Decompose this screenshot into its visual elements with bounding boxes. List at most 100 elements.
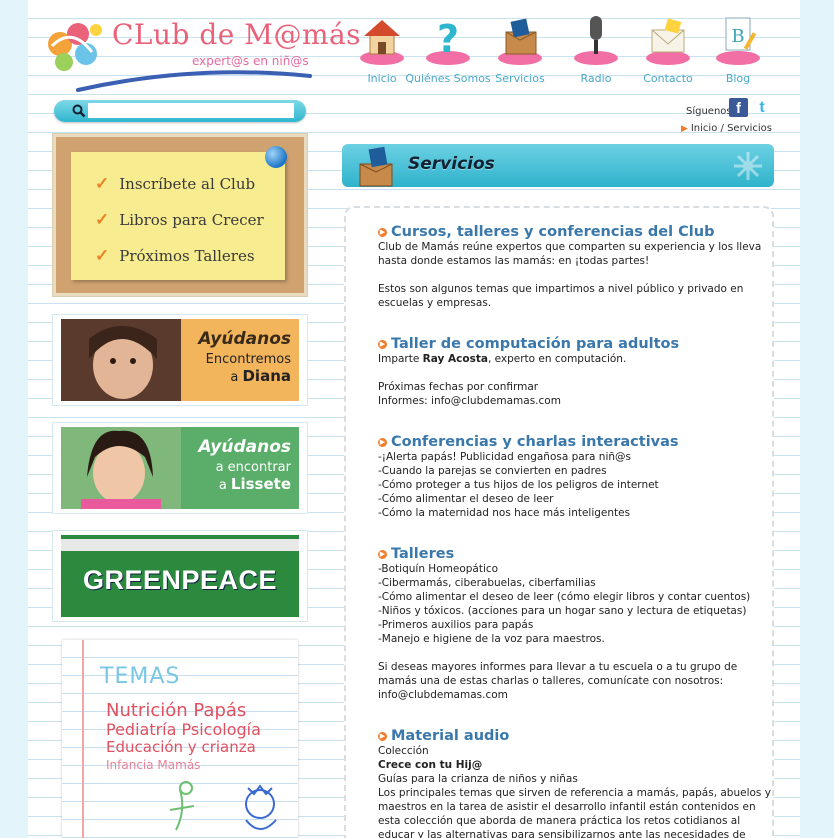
section-email-line[interactable]: Informes: info@clubdemamas.com xyxy=(378,394,758,408)
promo-title: Ayúdanos xyxy=(198,437,291,457)
section-line: escuelas y empresas. xyxy=(378,297,492,309)
question-mark-icon: ? xyxy=(426,17,470,65)
search-bar xyxy=(54,100,306,122)
section-line: educar y las alternativas para sensibili… xyxy=(378,829,746,838)
section-line: -Cómo alimentar el deseo de leer (cómo e… xyxy=(378,591,751,603)
section-title: ▶ Taller de computación para adultos xyxy=(378,336,758,352)
svg-text:B: B xyxy=(731,26,744,47)
services-title: Servicios xyxy=(408,154,495,174)
promo-name-line: a Diana xyxy=(181,367,291,385)
nav-item-radio[interactable]: Radio xyxy=(560,14,632,89)
intro-pre: Imparte xyxy=(378,353,423,365)
breadcrumb-current: Servicios xyxy=(727,123,772,134)
greenpeace-banner[interactable]: GREENPEACE xyxy=(52,530,308,622)
bullet-arrow-icon: ▶ xyxy=(378,228,387,237)
search-input[interactable] xyxy=(88,103,294,118)
section-line: esta colección que aborda de manera prác… xyxy=(378,815,741,827)
promo-name: Diana xyxy=(242,367,291,385)
twitter-icon[interactable]: t xyxy=(752,98,772,117)
facebook-icon[interactable]: f xyxy=(729,98,748,117)
cork-link-inscribete[interactable]: ✓ Inscríbete al Club xyxy=(95,174,255,194)
cork-link-label: Libros para Crecer xyxy=(119,211,264,229)
section-talleres: ▶ Talleres -Botiquín Homeopático -Ciberma… xyxy=(378,546,758,702)
section-line: -Primeros auxilios para papás xyxy=(378,619,534,631)
section-line: maestros en la tarea de asistir el desar… xyxy=(378,801,756,813)
cork-board: ✓ Inscríbete al Club ✓ Libros para Crecer … xyxy=(52,133,308,297)
notebook-margin-line xyxy=(82,640,84,838)
temas-notebook[interactable]: TEMAS Nutrición Papás Pediatría Psicolog… xyxy=(62,640,298,838)
bullet-arrow-icon: ▶ xyxy=(378,550,387,559)
flower-ornament-icon xyxy=(734,152,762,180)
cork-link-talleres[interactable]: ✓ Próximos Talleres xyxy=(95,246,255,266)
section-line: -Cómo proteger a tus hijos de los peligr… xyxy=(378,479,659,491)
breadcrumb: ▶ Inicio / Servicios xyxy=(578,123,772,137)
check-icon: ✓ xyxy=(95,210,110,230)
bullet-arrow-icon: ▶ xyxy=(378,438,387,447)
ship-banner-strip xyxy=(61,539,299,551)
section-line: Si deseas mayores informes para llevar a… xyxy=(378,661,738,673)
promo-line: Encontremos xyxy=(205,352,291,367)
section-conferencias: ▶ Conferencias y charlas interactivas -¡A… xyxy=(378,434,758,520)
check-icon: ✓ xyxy=(95,174,110,194)
services-header: Servicios xyxy=(342,144,774,187)
section-title-text: Taller de computación para adultos xyxy=(391,336,680,352)
child-photo xyxy=(61,319,181,401)
promo-banner-diana[interactable]: Ayúdanos Encontremos a Diana xyxy=(52,314,308,406)
nav-item-servicios[interactable]: Servicios xyxy=(484,14,556,89)
breadcrumb-separator: / xyxy=(720,123,724,134)
section-line: -Manejo e higiene de la voz para maestro… xyxy=(378,633,605,645)
microphone-icon xyxy=(574,16,618,65)
child-photo xyxy=(61,427,181,509)
breadcrumb-home-link[interactable]: Inicio xyxy=(691,123,717,134)
greenpeace-image: GREENPEACE xyxy=(61,535,299,617)
section-line: -Cómo alimentar el deseo de leer xyxy=(378,493,554,505)
promo-banner-lissete[interactable]: Ayúdanos a encontrar a Lissete xyxy=(52,422,308,514)
logo-title: CLub de M@más xyxy=(112,18,362,51)
section-line: Los principales temas que sirven de refe… xyxy=(378,787,771,799)
pushpin-icon xyxy=(265,146,287,168)
section-title: ▶ Talleres xyxy=(378,546,758,562)
section-line: Club de Mamás reúne expertos que compart… xyxy=(378,241,762,253)
nav-item-quienes-somos[interactable]: ? Quiénes Somos xyxy=(405,14,490,89)
section-title: ▶ Conferencias y charlas interactivas xyxy=(378,434,758,450)
temas-heading: TEMAS xyxy=(100,664,181,689)
promo-text: Ayúdanos Encontremos a Diana xyxy=(181,319,299,401)
site-logo[interactable]: CLub de M@más expert@s en niñ@s xyxy=(42,14,361,94)
bullet-arrow-icon: ▶ xyxy=(378,340,387,349)
cork-link-label: Próximos Talleres xyxy=(119,247,255,265)
section-line: Estos son algunos temas que impartimos a… xyxy=(378,283,744,295)
section-title: ▶ Cursos, talleres y conferencias del Clu… xyxy=(378,224,758,240)
box-icon xyxy=(359,146,393,187)
temas-line: Nutrición Papás xyxy=(106,700,247,721)
section-line: -Cuando la parejas se convierten en padr… xyxy=(378,465,607,477)
temas-line: Infancia Mamás xyxy=(106,758,201,772)
cork-link-libros[interactable]: ✓ Libros para Crecer xyxy=(95,210,264,230)
promo-title: Ayúdanos xyxy=(198,329,291,349)
section-line: hasta donde estamos las mamás: en ¡todas… xyxy=(378,255,650,267)
breadcrumb-arrow-icon: ▶ xyxy=(680,124,688,134)
services-content: ▶ Cursos, talleres y conferencias del Clu… xyxy=(344,206,774,838)
kids-drawing-icon xyxy=(169,781,277,831)
page: CLub de M@más expert@s en niñ@s Inicio ?… xyxy=(28,0,800,838)
section-line: Imparte Ray Acosta, experto en computaci… xyxy=(378,352,758,366)
section-email-link[interactable]: info@clubdemamas.com xyxy=(378,688,758,702)
section-title-text: Material audio xyxy=(391,728,510,744)
instructor-name: Ray Acosta xyxy=(422,353,488,365)
section-line: Próximas fechas por confirmar xyxy=(378,381,539,393)
social-links: Síguenos: f t xyxy=(648,98,772,120)
house-icon xyxy=(360,20,404,65)
promo-line: a encontrar xyxy=(215,460,291,475)
section-cursos: ▶ Cursos, talleres y conferencias del Clu… xyxy=(378,224,762,310)
section-line: -Niños y tóxicos. (acciones para un hoga… xyxy=(378,605,747,617)
section-line: Crece con tu Hij@ xyxy=(378,758,758,772)
box-icon xyxy=(498,18,542,65)
collection-name: Crece con tu Hij@ xyxy=(378,759,483,771)
greenpeace-text: GREENPEACE xyxy=(82,565,278,595)
section-line: mamás una de estas charlas o talleres, c… xyxy=(378,675,724,687)
nav-item-blog[interactable]: B Blog xyxy=(702,14,774,89)
promo-prefix: a xyxy=(218,478,227,493)
section-title-text: Talleres xyxy=(391,546,455,562)
section-line: -Botiquín Homeopático xyxy=(378,563,499,575)
promo-text: Ayúdanos a encontrar a Lissete xyxy=(181,427,299,509)
search-icon[interactable] xyxy=(72,104,86,118)
